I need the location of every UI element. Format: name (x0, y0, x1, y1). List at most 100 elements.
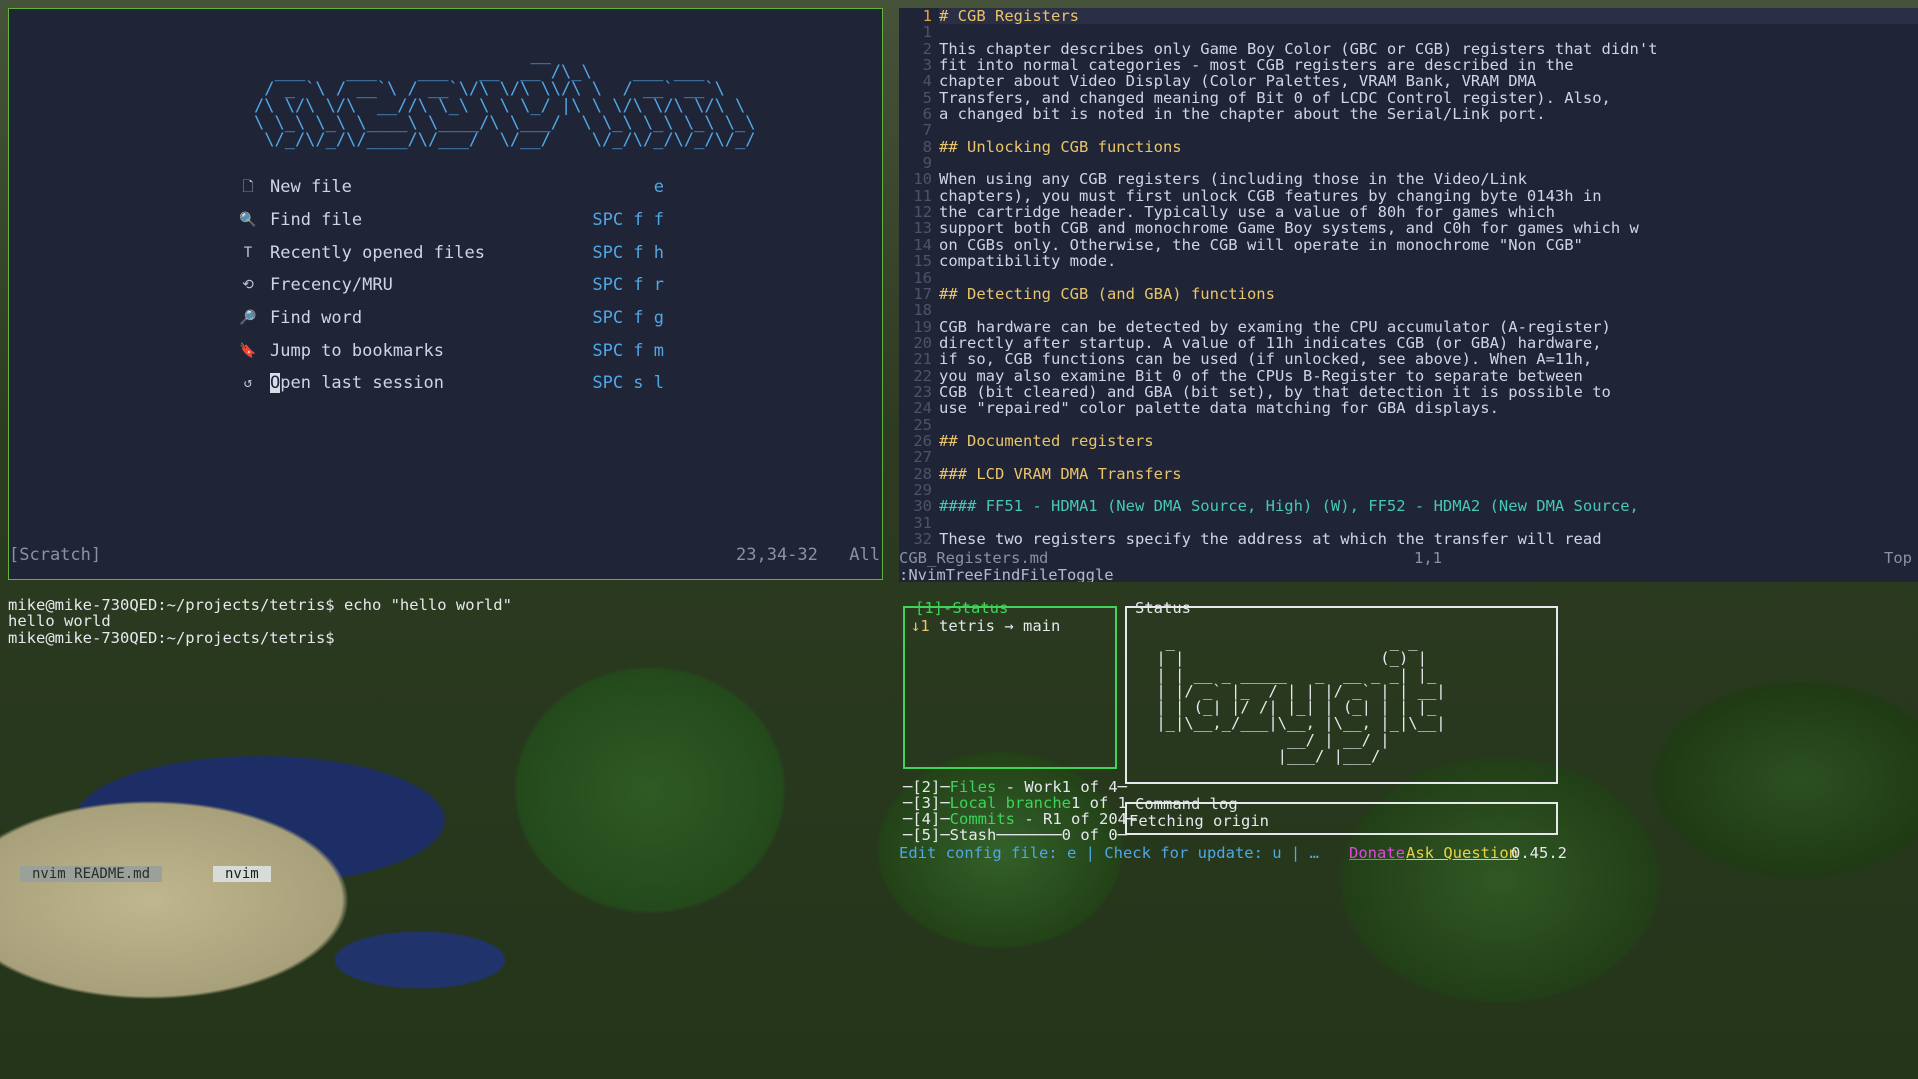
code-line[interactable]: 21 if so, CGB functions can be used (if u… (899, 350, 1918, 369)
line-text: on CGBs only. Otherwise, the CGB will op… (939, 236, 1583, 254)
dashboard-menu-item[interactable]: 🔍 Find file SPC f f (234, 204, 664, 237)
line-text: # CGB Registers (939, 8, 1918, 25)
line-text: CGB hardware can be detected by examing … (939, 318, 1611, 335)
terminal-line: mike@mike-730QED:~/projects/tetris$ echo… (8, 596, 512, 614)
line-text: CGB (bit cleared) and GBA (bit set), by … (939, 383, 1611, 401)
code-line[interactable]: 2 This chapter describes only Game Boy Co… (899, 39, 1918, 58)
line-number: 7 (922, 121, 932, 140)
code-line[interactable]: 5 Transfers, and changed meaning of Bit 0… (899, 88, 1918, 107)
scroll-indicator: Top (1884, 549, 1912, 567)
code-line[interactable]: 10 When using any CGB registers (includin… (899, 170, 1918, 189)
dashboard-menu-item[interactable]: 🔖 Jump to bookmarks SPC f m (234, 334, 664, 367)
line-number: 2 (922, 39, 932, 58)
line-number: 1 (922, 8, 932, 25)
menu-item-label: Frecency/MRU (270, 275, 393, 296)
line-number: 21 (913, 350, 932, 369)
code-line[interactable]: 23 CGB (bit cleared) and GBA (bit set), b… (899, 383, 1918, 401)
line-number: 28 (913, 464, 932, 483)
lazygit-stash-tab[interactable]: ─[5]─Stash───────0 of 0─ (903, 825, 1127, 845)
menu-item-shortcut: e (653, 177, 664, 198)
line-number: 3 (922, 56, 932, 75)
lazygit-main-panel[interactable]: Status _ _ _ | | (_) | | | __ _ _____ _ … (1125, 599, 1558, 784)
code-line[interactable]: 32 These two registers specify the addres… (899, 530, 1918, 548)
line-number: 18 (913, 301, 932, 320)
terminal-pane[interactable]: mike@mike-730QED:~/projects/tetris$ echo… (8, 596, 883, 647)
line-number: 20 (913, 333, 932, 352)
line-text: ### LCD VRAM DMA Transfers (939, 465, 1182, 482)
line-text: These two registers specify the address … (939, 531, 1602, 548)
code-line[interactable]: 29 (899, 482, 1918, 499)
line-text: chapter about Video Display (Color Palet… (939, 73, 1537, 90)
code-line[interactable]: 1 # CGB Registers (899, 8, 1918, 24)
code-line[interactable]: 8 ## Unlocking CGB functions (899, 138, 1918, 155)
code-line[interactable]: 11 chapters), you must first unlock CGB f… (899, 186, 1918, 205)
line-number: 32 (913, 530, 932, 548)
line-number: 25 (913, 415, 932, 434)
line-text: you may also examine Bit 0 of the CPUs B… (939, 367, 1583, 384)
donate-link[interactable]: Donate (1349, 843, 1405, 863)
dashboard-menu: 🗋 New file e 🔍 Find file SPC f f T Recently ope… (234, 171, 664, 400)
line-number: 31 (913, 513, 932, 532)
line-text: directly after startup. A value of 11h i… (939, 334, 1602, 352)
terminal-prompt[interactable]: mike@mike-730QED:~/projects/tetris$ (8, 629, 883, 646)
line-text: if so, CGB functions can be used (if unl… (939, 351, 1593, 368)
code-line[interactable]: 15 compatibility mode. (899, 253, 1918, 270)
line-text: use "repaired" color palette data matchi… (939, 400, 1499, 417)
menu-item-label: Find word (270, 308, 363, 329)
code-line[interactable]: 3 fit into normal categories - most CGB r… (899, 56, 1918, 75)
code-line[interactable]: 4 chapter about Video Display (Color Pale… (899, 73, 1918, 90)
code-line[interactable]: 24 use "repaired" color palette data matc… (899, 400, 1918, 417)
code-line[interactable]: 7 (899, 121, 1918, 140)
line-number: 11 (913, 186, 932, 205)
code-line[interactable]: 28 ### LCD VRAM DMA Transfers (899, 464, 1918, 483)
tab-rest: ─────── (996, 826, 1062, 844)
code-line[interactable]: 9 (899, 155, 1918, 172)
code-line[interactable]: 26 ## Documented registers (899, 433, 1918, 450)
dashboard-menu-item[interactable]: ⟲ Frecency/MRU SPC f r (234, 269, 664, 302)
code-line[interactable]: 20 directly after startup. A value of 11h… (899, 333, 1918, 352)
code-line[interactable]: 18 (899, 301, 1918, 320)
code-line[interactable]: 31 (899, 513, 1918, 532)
tmux-window-tab-active[interactable]: nvim (213, 866, 271, 882)
menu-item-label: New file (270, 177, 352, 198)
code-line[interactable]: 1 (899, 24, 1918, 41)
dashboard-menu-item[interactable]: T Recently opened files SPC f h (234, 236, 664, 269)
code-line[interactable]: 25 (899, 415, 1918, 434)
dashboard-menu-item[interactable]: 🔎 Find word SPC f g (234, 302, 664, 335)
code-line[interactable]: 6 a changed bit is noted in the chapter a… (899, 106, 1918, 123)
file-icon: 🗋 (242, 179, 254, 196)
tmux-status-bar: nvim README.md nvim (8, 866, 888, 882)
cursor-position: 1,1 (1414, 549, 1442, 567)
line-number: 12 (913, 203, 932, 222)
line-number: 10 (913, 170, 932, 189)
lazygit-status-panel[interactable]: [1]-Status ↓1 tetris → main (903, 599, 1117, 769)
code-line[interactable]: 27 (899, 449, 1918, 466)
tab-count: 0 of 0─ (1061, 826, 1127, 844)
lazygit-ascii-logo: _ _ _ | | (_) | | | __ _ _____ _ __ _ _|… (1156, 633, 1446, 766)
code-line[interactable]: 12 the cartridge header. Typically use a … (899, 203, 1918, 222)
ask-question-link[interactable]: Ask Question (1406, 843, 1518, 863)
dashboard-menu-item[interactable]: 🗋 New file e (234, 171, 664, 204)
code-area[interactable]: 1 # CGB Registers 1 2 This chapter describes… (899, 8, 1918, 547)
dashboard-menu-item[interactable]: ↺ Open last session SPC s l (234, 367, 664, 400)
code-line[interactable]: 22 you may also examine Bit 0 of the CPUs… (899, 366, 1918, 385)
nvim-editor-pane[interactable]: 1 # CGB Registers 1 2 This chapter describes… (899, 8, 1918, 582)
nvim-dashboard-pane[interactable]: __ ___ ___ ___ __ __ /\_\ ___ ___ / _ `\… (8, 8, 883, 580)
line-number: 14 (913, 235, 932, 254)
menu-item-shortcut: SPC f f (592, 210, 664, 231)
tmux-window-tab[interactable]: nvim README.md (20, 866, 163, 882)
code-line[interactable]: 30 #### FF51 - HDMA1 (New DMA Source, Hig… (899, 498, 1918, 515)
restore-icon: ↺ (243, 375, 253, 392)
code-line[interactable]: 19 CGB hardware can be detected by examin… (899, 318, 1918, 335)
code-line[interactable]: 14 on CGBs only. Otherwise, the CGB will … (899, 235, 1918, 254)
line-number: 22 (913, 366, 932, 385)
version-label: 0.45.2 (1511, 844, 1567, 862)
line-text: support both CGB and monochrome Game Boy… (939, 220, 1639, 237)
keybinding-hint: Edit config file: e | Check for update: … (899, 844, 1319, 862)
code-line[interactable]: 13 support both CGB and monochrome Game B… (899, 220, 1918, 237)
line-number: 5 (922, 88, 932, 107)
command-line[interactable]: :NvimTreeFindFileToggle (899, 565, 1114, 582)
code-line[interactable]: 17 ## Detecting CGB (and GBA) functions (899, 285, 1918, 302)
code-line[interactable]: 16 (899, 269, 1918, 286)
line-text: the cartridge header. Typically use a va… (939, 204, 1555, 221)
